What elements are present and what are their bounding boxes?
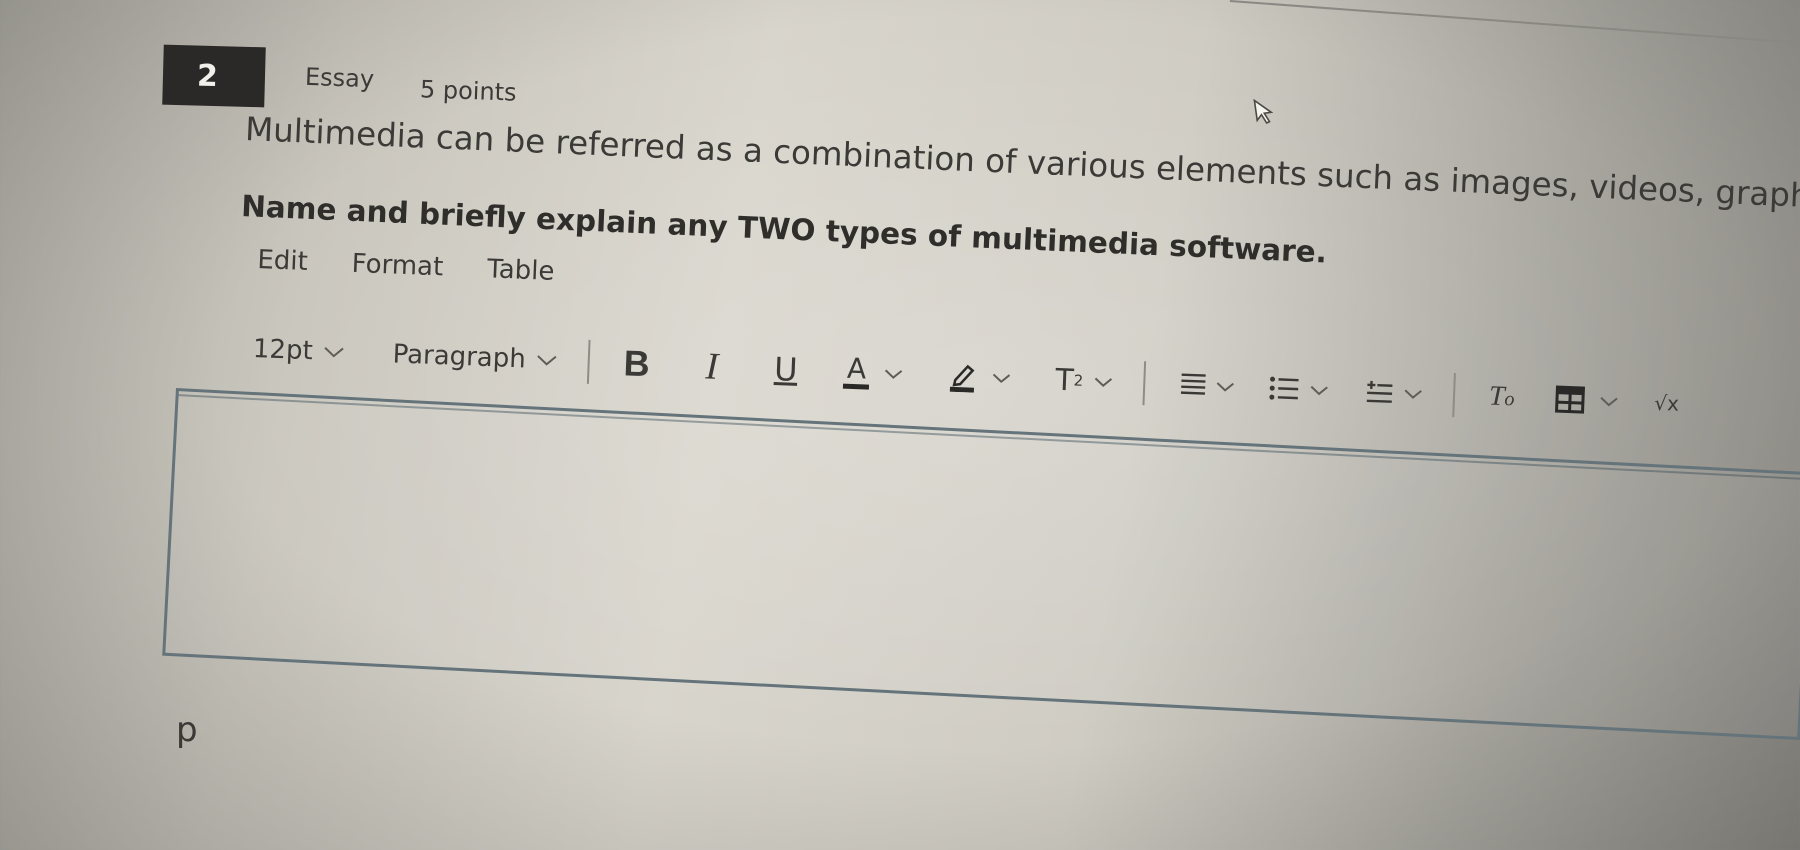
font-size-select[interactable]: 12pt [252,334,345,368]
block-format-select[interactable]: Paragraph [392,339,558,375]
toolbar-separator [586,339,591,384]
toolbar-separator [1452,373,1456,418]
superscript-button[interactable]: T2 [1055,362,1114,399]
highlight-color-button[interactable] [947,360,1012,394]
menu-format[interactable]: Format [351,249,444,283]
chevron-down-icon [1216,382,1234,392]
question-points: 5 points [419,75,518,107]
menu-table[interactable]: Table [487,254,555,287]
toolbar-separator [1142,361,1147,406]
bullet-list-icon [1269,376,1299,400]
menu-edit[interactable]: Edit [257,245,309,277]
block-format-value: Paragraph [392,339,527,375]
superscript-letter: T [1054,362,1075,398]
text-color-button[interactable]: A [842,351,904,390]
mouse-pointer-icon [1253,98,1274,125]
chevron-down-icon [1599,397,1618,407]
text-color-letter: A [846,351,867,386]
chevron-down-icon [324,347,344,358]
math-equation-button[interactable]: √x [1654,391,1679,416]
chevron-down-icon [537,355,557,366]
clear-formatting-button[interactable]: To [1488,380,1515,413]
chevron-down-icon [884,369,903,379]
rich-text-editor-area[interactable] [162,388,1800,741]
underline-button[interactable]: U [773,350,798,389]
bold-button[interactable]: B [623,342,651,385]
question-number: 2 [196,58,219,94]
indent-button[interactable] [1363,379,1424,407]
table-button[interactable] [1554,385,1619,415]
text-color-icon: A [842,351,870,390]
indent-icon [1366,380,1393,403]
chevron-down-icon [1404,389,1422,399]
superscript-exponent: 2 [1073,371,1084,390]
table-grid-icon [1554,385,1585,414]
editor-status-path[interactable]: p [176,710,198,750]
question-type: Essay [304,62,375,94]
editor-menubar: Edit Format Table [257,245,555,287]
font-size-value: 12pt [252,333,314,367]
italic-button[interactable]: I [705,344,719,388]
chevron-down-icon [1310,385,1328,396]
highlight-pen-icon [949,364,975,393]
top-divider-line [1229,0,1800,45]
chevron-down-icon [1094,377,1113,387]
bullet-list-button[interactable] [1269,375,1330,403]
clear-formatting-letter: T [1488,380,1506,413]
align-button[interactable] [1179,372,1236,400]
text-color-bar [842,383,870,390]
chevron-down-icon [992,373,1011,384]
clear-formatting-icon: To [1488,380,1515,413]
math-equation-icon: √x [1653,390,1680,416]
align-icon [1180,373,1206,395]
question-number-badge: 2 [162,44,266,108]
